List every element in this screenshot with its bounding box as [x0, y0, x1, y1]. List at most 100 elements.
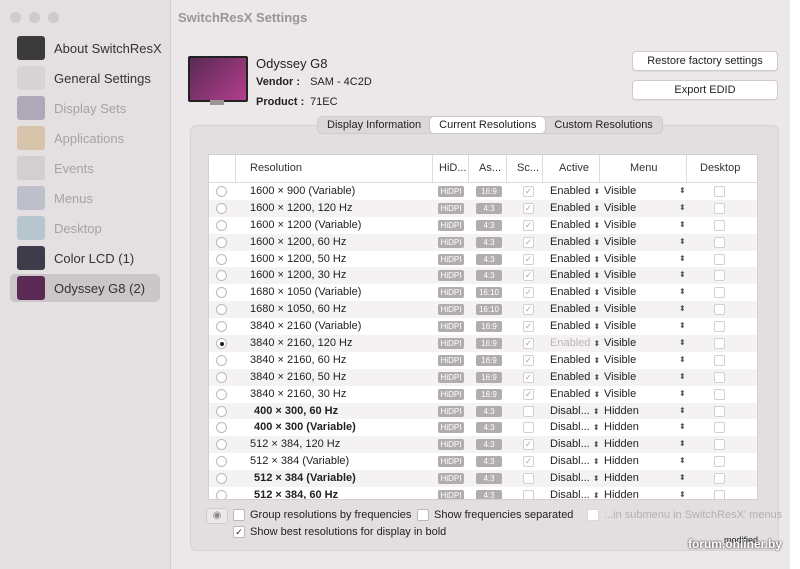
desktop-checkbox[interactable] — [714, 388, 725, 400]
active-select[interactable]: Enabled ⬍ — [550, 267, 600, 285]
scaled-checkbox[interactable]: ✓ — [523, 321, 534, 333]
tab-0[interactable]: Display Information — [318, 117, 430, 133]
desktop-checkbox[interactable] — [714, 202, 725, 214]
sidebar-item-2[interactable]: Display Sets — [10, 94, 160, 122]
show-freq-separated-option[interactable]: Show frequencies separated — [417, 509, 573, 521]
menu-select[interactable]: Visible — [604, 251, 636, 268]
resolution-radio[interactable] — [216, 439, 227, 451]
active-select[interactable]: Disabl... ⬍ — [550, 403, 600, 421]
close-window-icon[interactable] — [10, 12, 21, 23]
menu-select[interactable]: Hidden — [604, 470, 639, 487]
menu-select[interactable]: Visible — [604, 183, 636, 200]
menu-select[interactable]: Visible — [604, 369, 636, 386]
menu-select[interactable]: Visible — [604, 217, 636, 234]
export-edid-button[interactable]: Export EDID — [632, 80, 778, 100]
active-select[interactable]: Disabl... ⬍ — [550, 453, 600, 471]
table-row[interactable]: 512 × 384 (Variable) HiDPI 4:3 Disabl... ⬍ H… — [209, 470, 757, 488]
active-select[interactable]: Disabl... ⬍ — [550, 419, 600, 437]
bold-best-checkbox[interactable]: ✓ — [233, 526, 245, 538]
scaled-checkbox[interactable] — [523, 422, 534, 434]
tab-2[interactable]: Custom Resolutions — [545, 117, 661, 133]
table-row[interactable]: 512 × 384, 120 Hz HiDPI 4:3 ✓ Disabl... ⬍ Hid… — [209, 436, 757, 454]
desktop-checkbox[interactable] — [714, 219, 725, 231]
resolution-radio[interactable] — [216, 354, 227, 366]
scaled-checkbox[interactable]: ✓ — [523, 186, 534, 197]
active-select[interactable]: Enabled ⬍ — [550, 318, 600, 336]
table-row[interactable]: 3840 × 2160, 50 Hz HiDPI 16:9 ✓ Enabled ⬍ Vis… — [209, 368, 757, 387]
desktop-checkbox[interactable] — [714, 456, 725, 468]
bold-best-option[interactable]: ✓ Show best resolutions for display in b… — [233, 526, 446, 538]
desktop-checkbox[interactable] — [714, 304, 725, 316]
table-row[interactable]: 1600 × 900 (Variable) HiDPI 16:9 ✓ Enabled ⬍… — [209, 183, 757, 200]
sidebar-item-5[interactable]: Menus — [10, 184, 160, 212]
sidebar-item-0[interactable]: About SwitchResX — [10, 34, 162, 62]
resolution-radio[interactable] — [216, 304, 227, 316]
resolution-radio[interactable] — [216, 270, 227, 282]
scaled-checkbox[interactable]: ✓ — [523, 371, 534, 383]
tab-1[interactable]: Current Resolutions — [430, 117, 546, 133]
table-row[interactable]: 1600 × 1200, 50 Hz HiDPI 4:3 ✓ Enabled ⬍ Visi… — [209, 251, 757, 268]
active-select[interactable]: Enabled ⬍ — [550, 183, 600, 201]
table-row[interactable]: 512 × 384, 60 Hz HiDPI 4:3 Disabl... ⬍ Hidde… — [209, 487, 757, 499]
desktop-checkbox[interactable] — [714, 287, 725, 299]
scaled-checkbox[interactable]: ✓ — [523, 304, 534, 316]
menu-select[interactable]: Visible — [604, 284, 636, 301]
scaled-checkbox[interactable]: ✓ — [523, 439, 534, 451]
desktop-checkbox[interactable] — [714, 473, 725, 485]
resolution-radio[interactable] — [216, 422, 227, 434]
menu-select[interactable]: Visible — [604, 352, 636, 369]
resolution-radio[interactable] — [216, 202, 227, 214]
resolution-radio[interactable] — [216, 338, 227, 350]
col-scaled[interactable]: Sc... — [507, 155, 543, 182]
active-select[interactable]: Enabled ⬍ — [550, 301, 600, 319]
col-hidpi[interactable]: HiD... — [433, 155, 469, 182]
show-freq-separated-checkbox[interactable] — [417, 509, 429, 521]
col-aspect[interactable]: As... — [469, 155, 507, 182]
resolution-radio[interactable] — [216, 490, 227, 499]
scaled-checkbox[interactable]: ✓ — [523, 456, 534, 468]
table-row[interactable]: 1680 × 1050 (Variable) HiDPI 16:10 ✓ Enabled… — [209, 284, 757, 301]
scaled-checkbox[interactable]: ✓ — [523, 202, 534, 214]
resolution-radio[interactable] — [216, 473, 227, 485]
table-row[interactable]: 400 × 300, 60 Hz HiDPI 4:3 Disabl... ⬍ Hidde… — [209, 402, 757, 421]
sidebar-item-6[interactable]: Desktop — [10, 214, 160, 242]
sidebar-item-4[interactable]: Events — [10, 154, 160, 182]
sidebar-item-7[interactable]: Color LCD (1) — [10, 244, 160, 272]
table-row[interactable]: 1680 × 1050, 60 Hz HiDPI 16:10 ✓ Enabled ⬍ Vi… — [209, 301, 757, 319]
menu-select[interactable]: Hidden — [604, 453, 639, 470]
scaled-checkbox[interactable]: ✓ — [523, 270, 534, 282]
active-select[interactable]: Enabled ⬍ — [550, 234, 600, 252]
active-select[interactable]: Enabled ⬍ — [550, 335, 600, 353]
desktop-checkbox[interactable] — [714, 338, 725, 350]
resolution-radio[interactable] — [216, 287, 227, 299]
desktop-checkbox[interactable] — [714, 236, 725, 248]
active-select[interactable]: Enabled ⬍ — [550, 284, 600, 302]
scaled-checkbox[interactable]: ✓ — [523, 236, 534, 248]
resolution-radio[interactable] — [216, 253, 227, 265]
resolution-radio[interactable] — [216, 456, 227, 468]
desktop-checkbox[interactable] — [714, 422, 725, 434]
desktop-checkbox[interactable] — [714, 321, 725, 333]
active-select[interactable]: Enabled ⬍ — [550, 200, 600, 218]
active-select[interactable]: Enabled ⬍ — [550, 386, 600, 404]
col-menu[interactable]: Menu — [600, 155, 687, 182]
active-select[interactable]: Disabl... ⬍ — [550, 436, 600, 454]
active-select[interactable]: Enabled ⬍ — [550, 217, 600, 235]
scaled-checkbox[interactable] — [523, 473, 534, 485]
table-row[interactable]: 3840 × 2160, 60 Hz HiDPI 16:9 ✓ Enabled ⬍ Vis… — [209, 352, 757, 369]
scaled-checkbox[interactable] — [523, 490, 534, 499]
desktop-checkbox[interactable] — [714, 371, 725, 383]
table-row[interactable]: 400 × 300 (Variable) HiDPI 4:3 Disabl... ⬍ H… — [209, 419, 757, 436]
table-row[interactable]: 3840 × 2160, 120 Hz HiDPI 16:9 ✓ Enabled ⬍ Vi… — [209, 335, 757, 352]
scaled-checkbox[interactable]: ✓ — [523, 287, 534, 299]
desktop-checkbox[interactable] — [714, 490, 725, 499]
active-select[interactable]: Enabled ⬍ — [550, 251, 600, 269]
restore-factory-button[interactable]: Restore factory settings — [632, 51, 778, 71]
desktop-checkbox[interactable] — [714, 354, 725, 366]
menu-select[interactable]: Hidden — [604, 403, 639, 420]
group-by-frequency-checkbox[interactable] — [233, 509, 245, 521]
zoom-window-icon[interactable] — [48, 12, 59, 23]
scaled-checkbox[interactable]: ✓ — [523, 388, 534, 400]
resolution-radio[interactable] — [216, 321, 227, 333]
active-select[interactable]: Enabled ⬍ — [550, 369, 600, 387]
